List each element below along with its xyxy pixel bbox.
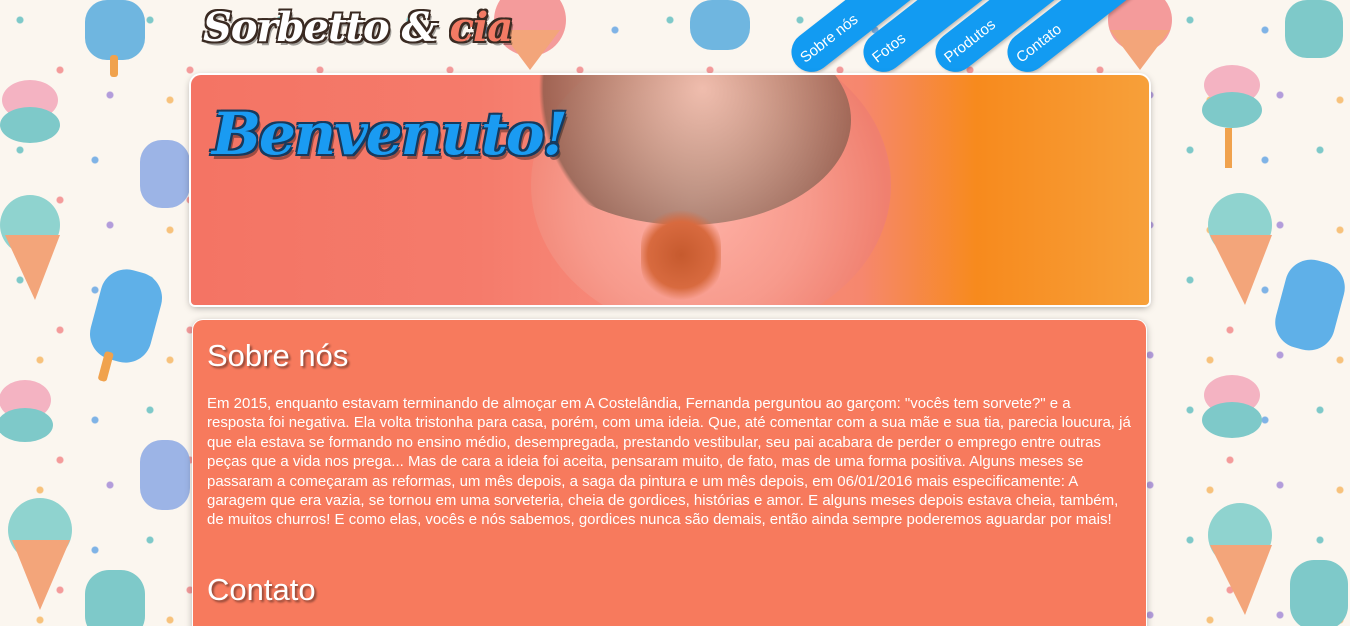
site-logo[interactable]: Sorbetto & cia	[203, 4, 513, 51]
popsicle-icon	[1290, 560, 1348, 626]
ice-cream-cone-icon	[1208, 503, 1272, 615]
contact-section-title: Contato	[207, 572, 316, 607]
ice-cream-cone-icon	[1208, 193, 1272, 305]
swirl-ice-cream-icon	[1202, 65, 1262, 168]
logo-accent-text: cia	[449, 4, 513, 51]
popsicle-icon	[89, 269, 163, 382]
popsicle-icon	[1275, 259, 1345, 351]
hero-title: Benvenuto!	[212, 100, 568, 168]
about-section-text: Em 2015, enquanto estavam terminando de …	[207, 395, 1131, 529]
popsicle-icon	[140, 440, 190, 510]
ice-cream-cone-icon	[8, 498, 72, 610]
logo-main-text: Sorbetto &	[203, 4, 450, 51]
about-section-title: Sobre nós	[207, 338, 349, 373]
popsicle-icon	[1285, 0, 1343, 58]
main-navigation: Sobre nós Fotos Produtos Contato	[783, 0, 1178, 80]
popsicle-icon	[690, 0, 750, 50]
swirl-ice-cream-icon	[0, 380, 53, 442]
hero-caramel-image	[641, 210, 721, 300]
swirl-ice-cream-icon	[0, 80, 60, 143]
content-panel: Sobre nós Em 2015, enquanto estavam term…	[193, 320, 1146, 626]
swirl-ice-cream-icon	[1202, 375, 1262, 438]
popsicle-icon	[140, 140, 190, 208]
popsicle-icon	[85, 570, 145, 626]
popsicle-icon	[85, 0, 145, 77]
ice-cream-cone-icon	[0, 195, 60, 300]
